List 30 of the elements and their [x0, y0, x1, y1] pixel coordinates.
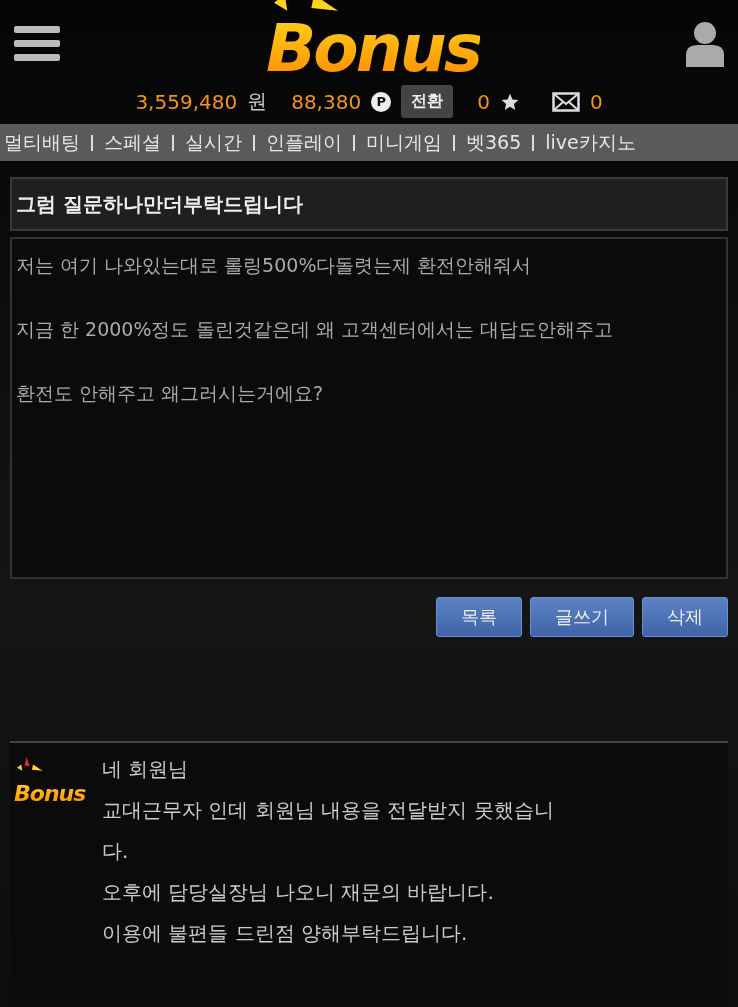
- reply-line: 이용에 불편들 드린점 양해부탁드립니다.: [102, 920, 469, 947]
- reply-line: 네 회원님: [102, 756, 190, 783]
- star-count: 0: [477, 89, 490, 114]
- nav-link[interactable]: 벳365: [462, 129, 526, 156]
- reply-line: 다.: [102, 838, 130, 865]
- convert-button[interactable]: 전환: [401, 85, 454, 119]
- point-icon: P: [371, 91, 392, 112]
- reply-line: 교대근무자 인데 회원님 내용을 전달받지 못했습니: [102, 797, 554, 824]
- nav-link[interactable]: 멀티배팅: [0, 129, 84, 156]
- message-count: 0: [589, 89, 603, 114]
- currency-label: 원: [247, 88, 268, 116]
- post-paragraph: 저는 여기 나와있는대로 롤링500%다돌렷는제 환전안해줘서: [16, 253, 533, 277]
- nav-link[interactable]: live카지노: [541, 129, 640, 156]
- balance: 3,559,480: [135, 89, 238, 114]
- action-button[interactable]: 삭제: [642, 597, 728, 637]
- logo-rays-icon: [17, 757, 43, 773]
- post-title: 그럼 질문하나만더부탁드립니다: [10, 177, 728, 231]
- action-button[interactable]: 글쓰기: [530, 597, 634, 637]
- mail-icon[interactable]: [551, 91, 580, 112]
- post-paragraph: 환전도 안해주고 왜그러시는거에요?: [16, 381, 325, 405]
- action-button[interactable]: 목록: [436, 597, 522, 637]
- user-icon[interactable]: [686, 20, 724, 67]
- nav-link[interactable]: 인플레이: [262, 129, 346, 156]
- nav-link[interactable]: 실시간: [181, 129, 246, 156]
- menu-icon[interactable]: [14, 23, 60, 64]
- nav-link[interactable]: 미니게임: [362, 129, 446, 156]
- reply-line: 오후에 담당실장님 나오니 재문의 바랍니다.: [102, 879, 495, 906]
- post-paragraph: 지금 한 2000%정도 돌린것같은데 왜 고객센터에서는 대답도안해주고: [16, 317, 614, 341]
- nav-link[interactable]: 스페셜: [100, 129, 165, 156]
- points: 88,380: [291, 89, 362, 114]
